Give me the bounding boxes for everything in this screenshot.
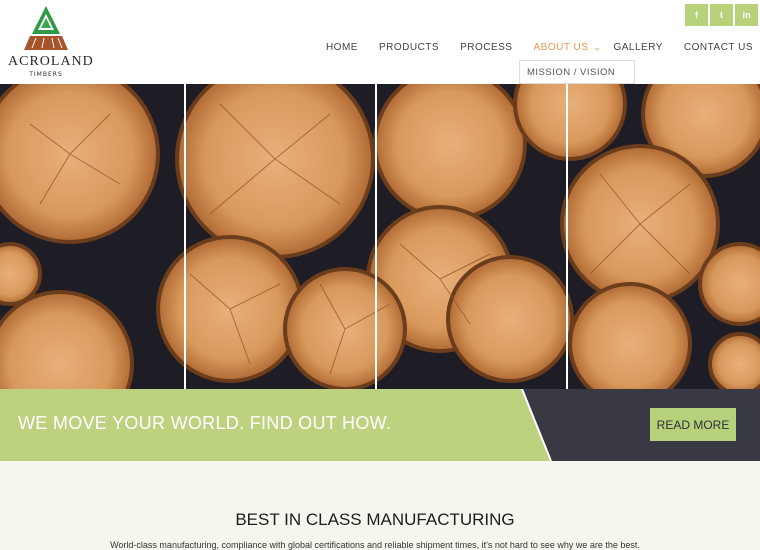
manufacturing-section: BEST IN CLASS MANUFACTURING World-class …: [0, 461, 760, 550]
site-logo[interactable]: ACROLAND TIMBERS: [8, 4, 94, 78]
logo-tree-icon: [24, 6, 68, 50]
nav-products[interactable]: PRODUCTS: [379, 42, 439, 53]
site-header: ACROLAND TIMBERS f t in HOME PRODUCTS PR…: [0, 0, 760, 84]
read-more-button[interactable]: READ MORE: [650, 408, 736, 441]
hero-logs-image: [0, 84, 760, 389]
social-links: f t in: [685, 4, 758, 26]
brand-name: ACROLAND: [8, 54, 94, 69]
nav-gallery[interactable]: GALLERY: [613, 42, 662, 53]
nav-about-us-label: ABOUT US: [533, 42, 589, 53]
about-dropdown-item[interactable]: MISSION / VISION: [519, 60, 635, 84]
facebook-icon[interactable]: f: [685, 4, 708, 26]
logs-illustration: [0, 84, 760, 389]
main-nav: HOME PRODUCTS PROCESS ABOUT US ⌄ GALLERY …: [305, 42, 753, 53]
banner-headline: WE MOVE YOUR WORLD. FIND OUT HOW.: [18, 413, 392, 433]
section-title: BEST IN CLASS MANUFACTURING: [235, 510, 515, 529]
nav-home[interactable]: HOME: [326, 42, 358, 53]
chevron-down-icon: ⌄: [593, 42, 602, 52]
twitter-icon[interactable]: t: [710, 4, 733, 26]
section-text: World-class manufacturing, compliance wi…: [110, 540, 640, 550]
cta-banner: WE MOVE YOUR WORLD. FIND OUT HOW. READ M…: [0, 389, 760, 461]
nav-process[interactable]: PROCESS: [460, 42, 512, 53]
nav-about-us[interactable]: ABOUT US ⌄: [533, 42, 601, 53]
nav-contact-us[interactable]: CONTACT US: [684, 42, 753, 53]
linkedin-icon[interactable]: in: [735, 4, 758, 26]
brand-sub: TIMBERS: [29, 71, 63, 78]
